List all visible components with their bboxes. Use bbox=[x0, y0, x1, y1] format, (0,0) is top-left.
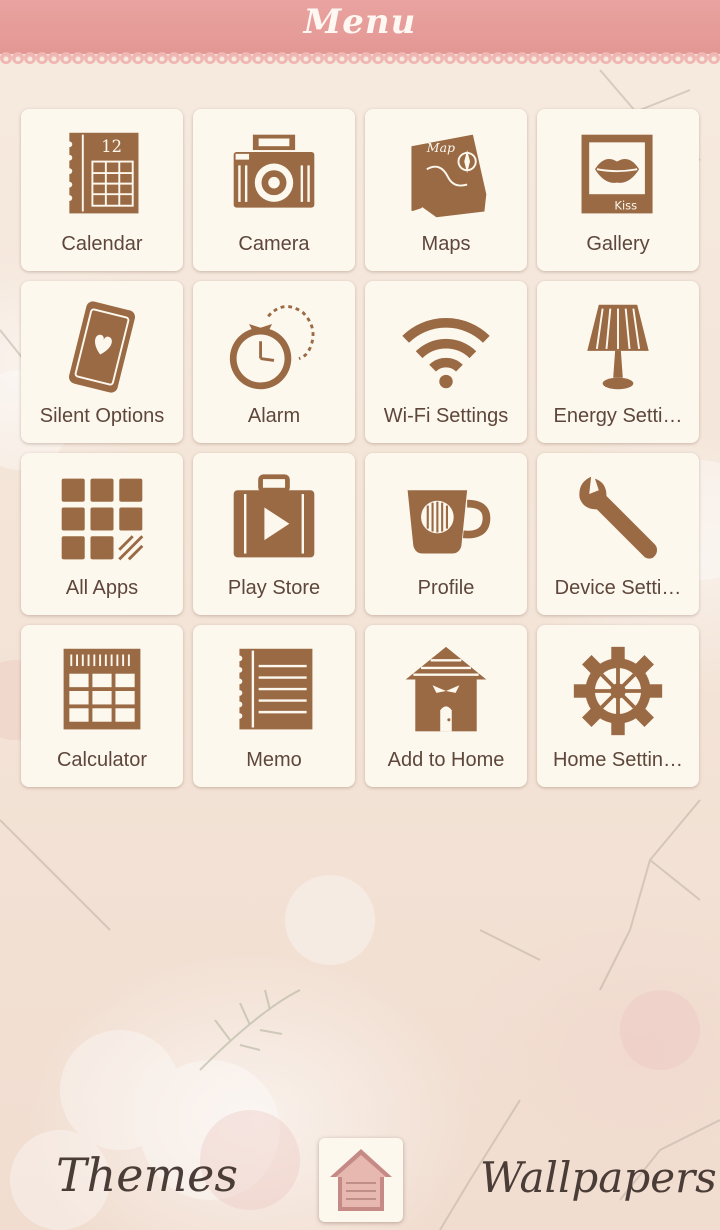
svg-text:Kiss: Kiss bbox=[614, 199, 637, 213]
alarm-clock-icon bbox=[224, 297, 324, 397]
app-label-profile: Profile bbox=[417, 577, 475, 599]
gallery-lips-icon: Kiss bbox=[568, 125, 668, 225]
menu-title: Menu bbox=[303, 2, 417, 42]
calendar-icon: 12 bbox=[52, 125, 152, 225]
app-tile-gallery[interactable]: Kiss Gallery bbox=[537, 109, 699, 271]
svg-text:12: 12 bbox=[101, 137, 122, 156]
app-label-device-settings: Device Setti… bbox=[554, 577, 682, 599]
app-label-home-settings: Home Settin… bbox=[552, 749, 684, 771]
app-tile-camera[interactable]: Camera bbox=[193, 109, 355, 271]
map-icon: Map bbox=[396, 125, 496, 225]
app-tile-silent-options[interactable]: Silent Options bbox=[21, 281, 183, 443]
app-tile-memo[interactable]: Memo bbox=[193, 625, 355, 787]
app-tile-device-settings[interactable]: Device Setti… bbox=[537, 453, 699, 615]
app-label-add-to-home: Add to Home bbox=[387, 749, 505, 771]
app-label-calculator: Calculator bbox=[56, 749, 148, 771]
app-tile-calendar[interactable]: 12 Calendar bbox=[21, 109, 183, 271]
suitcase-play-icon bbox=[224, 469, 324, 569]
app-label-wifi-settings: Wi-Fi Settings bbox=[383, 405, 509, 427]
app-tile-calculator[interactable]: Calculator bbox=[21, 625, 183, 787]
app-label-alarm: Alarm bbox=[247, 405, 301, 427]
app-tile-home-settings[interactable]: Home Settin… bbox=[537, 625, 699, 787]
app-tile-add-to-home[interactable]: Add to Home bbox=[365, 625, 527, 787]
svg-text:Map: Map bbox=[426, 140, 455, 155]
lace-trim-decoration bbox=[0, 50, 720, 64]
app-tile-all-apps[interactable]: All Apps bbox=[21, 453, 183, 615]
app-tile-energy-settings[interactable]: Energy Setti… bbox=[537, 281, 699, 443]
app-tile-play-store[interactable]: Play Store bbox=[193, 453, 355, 615]
camera-icon bbox=[224, 125, 324, 225]
phone-heart-icon bbox=[52, 297, 152, 397]
lamp-icon bbox=[568, 297, 668, 397]
app-label-energy-settings: Energy Setti… bbox=[553, 405, 683, 427]
home-theme-button[interactable] bbox=[319, 1138, 403, 1222]
app-label-memo: Memo bbox=[246, 749, 302, 771]
app-label-gallery: Gallery bbox=[586, 233, 650, 255]
app-tile-profile[interactable]: Profile bbox=[365, 453, 527, 615]
wrench-icon bbox=[568, 469, 668, 569]
app-label-all-apps: All Apps bbox=[65, 577, 139, 599]
home-theme-icon bbox=[330, 1149, 392, 1211]
app-label-maps: Maps bbox=[421, 233, 471, 255]
app-tile-maps[interactable]: Map Maps bbox=[365, 109, 527, 271]
app-tile-wifi-settings[interactable]: Wi-Fi Settings bbox=[365, 281, 527, 443]
wallpapers-link[interactable]: Wallpapers bbox=[480, 1153, 717, 1202]
house-icon bbox=[396, 641, 496, 741]
notebook-icon bbox=[224, 641, 324, 741]
app-tile-alarm[interactable]: Alarm bbox=[193, 281, 355, 443]
grid-icon bbox=[52, 469, 152, 569]
app-label-play-store: Play Store bbox=[227, 577, 321, 599]
mug-icon bbox=[396, 469, 496, 569]
app-label-camera: Camera bbox=[238, 233, 310, 255]
app-label-calendar: Calendar bbox=[61, 233, 143, 255]
themes-link[interactable]: Themes bbox=[56, 1148, 238, 1202]
gear-icon bbox=[568, 641, 668, 741]
app-grid: 12 Calendar Camera Map Maps Kiss Gallery… bbox=[21, 109, 699, 787]
menu-header: Menu bbox=[0, 0, 720, 50]
calculator-icon bbox=[52, 641, 152, 741]
wifi-icon bbox=[396, 297, 496, 397]
app-label-silent-options: Silent Options bbox=[39, 405, 165, 427]
